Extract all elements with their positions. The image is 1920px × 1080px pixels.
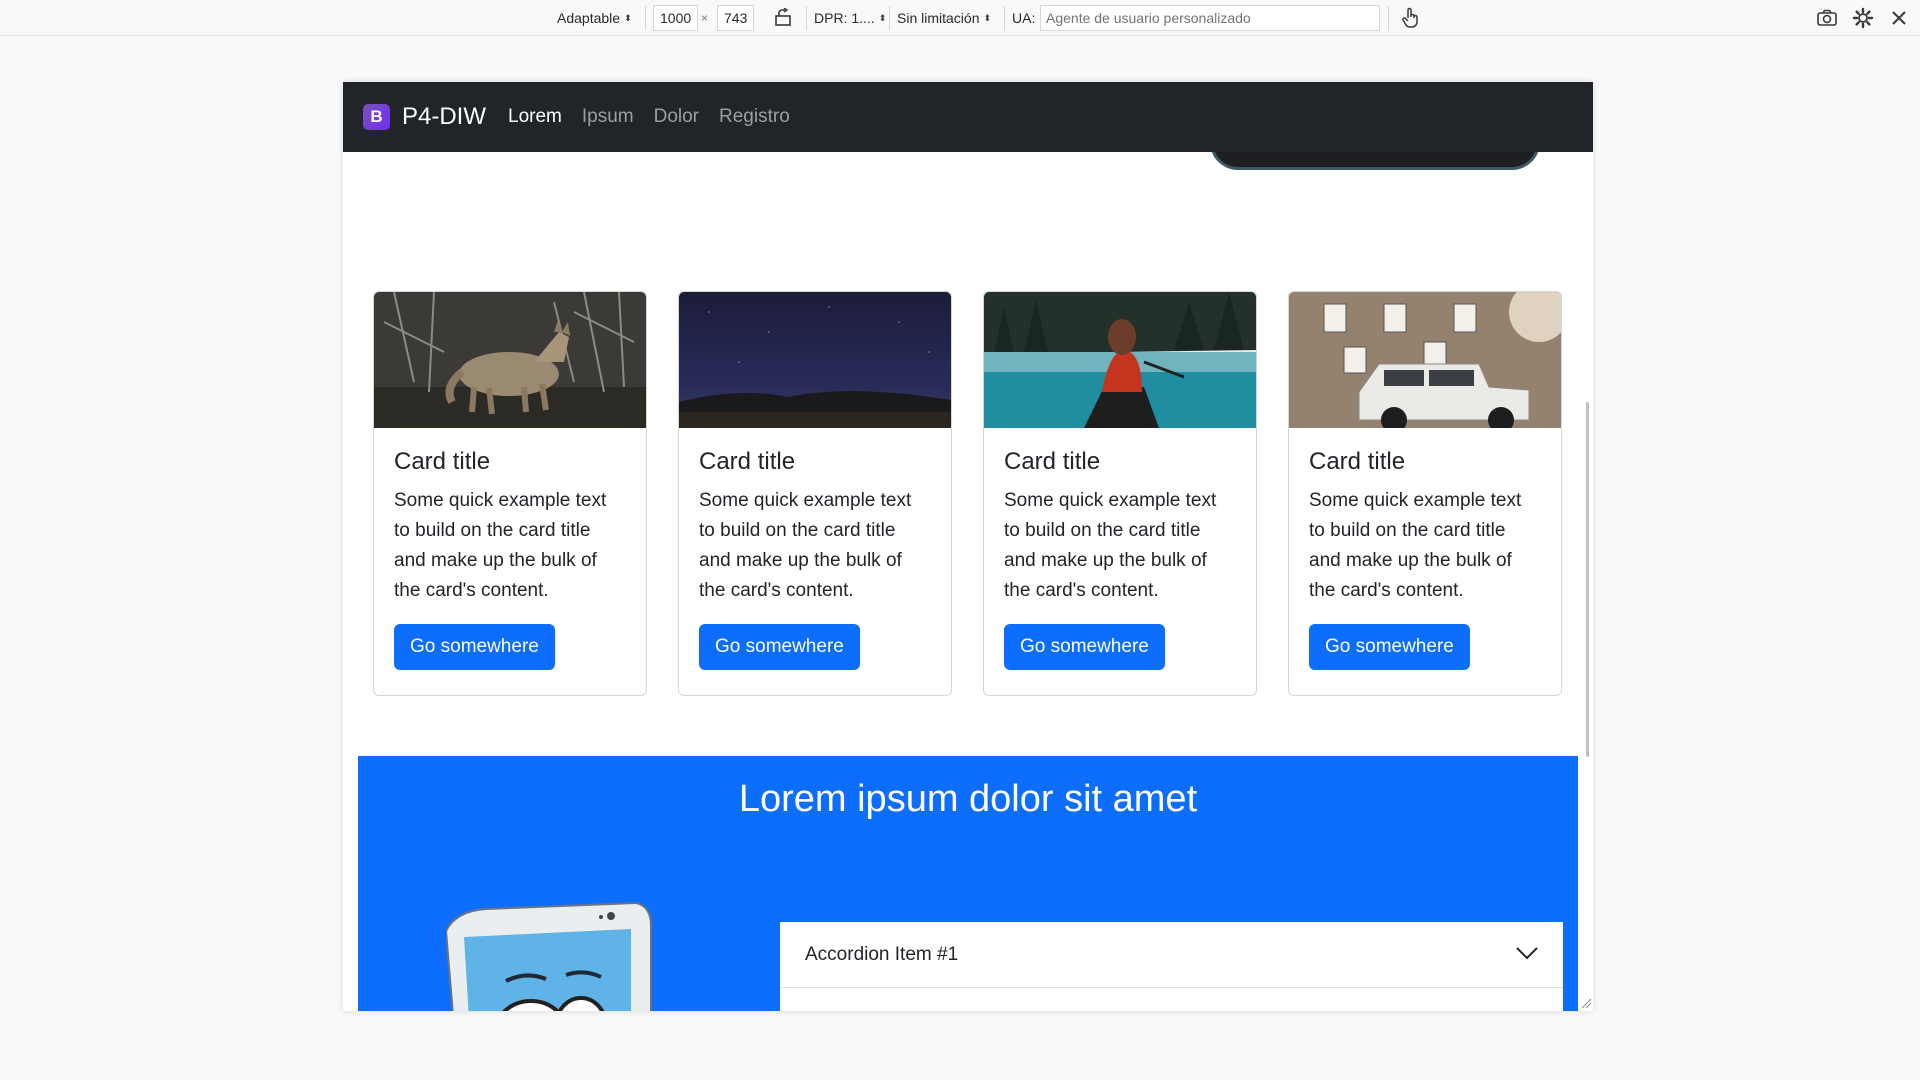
card: Card title Some quick example text to bu… (678, 291, 952, 696)
nav-links: Lorem Ipsum Dolor Registro (508, 106, 810, 128)
computer-mascot-image (444, 901, 656, 1011)
card: Card title Some quick example text to bu… (1288, 291, 1562, 696)
card-image-night-sky (679, 292, 951, 428)
card-text: Some quick example text to build on the … (394, 490, 607, 601)
separator (1388, 6, 1389, 30)
device-viewport: B P4-DIW Lorem Ipsum Dolor Registro Card… (343, 82, 1593, 1011)
card-image-lake-canoe (984, 292, 1256, 428)
card-title: Card title (394, 448, 491, 475)
separator (889, 6, 890, 30)
card-image-wolf (374, 292, 646, 428)
viewport-resize-handle[interactable] (1580, 996, 1592, 1009)
go-somewhere-button[interactable]: Go somewhere (1309, 624, 1470, 670)
throttling-selector[interactable]: Sin limitación ⬍ (897, 0, 991, 36)
separator (806, 6, 807, 30)
ua-label: UA: (1012, 10, 1036, 26)
dimension-times: × (701, 11, 709, 25)
card-image-white-car (1289, 292, 1561, 428)
separator (645, 6, 646, 30)
card-title: Card title (699, 448, 796, 475)
rotate-viewport-icon[interactable] (773, 0, 793, 36)
viewport-width-input[interactable]: 1000 (653, 5, 699, 31)
go-somewhere-button[interactable]: Go somewhere (394, 624, 555, 670)
touch-simulation-icon[interactable] (1401, 0, 1421, 36)
accordion-item-title: Accordion Item #1 (805, 943, 959, 965)
updown-icon: ⬍ (983, 12, 992, 23)
nav-link-dolor[interactable]: Dolor (654, 106, 699, 128)
dpr-selector[interactable]: DPR: 1.... ⬍ (814, 0, 886, 36)
rdm-toolbar: Adaptable ⬍ 1000 × 743 DPR: 1.... ⬍ Sin … (0, 0, 1920, 36)
settings-gear-icon[interactable] (1852, 0, 1874, 36)
viewport-height-input[interactable]: 743 (717, 5, 755, 31)
accordion: Accordion Item #1 (780, 922, 1563, 1011)
card-text: Some quick example text to build on the … (1004, 490, 1217, 601)
brand-name[interactable]: P4-DIW (402, 103, 486, 131)
device-selector-label: Adaptable (557, 10, 621, 26)
card-title: Card title (1309, 448, 1406, 475)
go-somewhere-button[interactable]: Go somewhere (699, 624, 860, 670)
card-text: Some quick example text to build on the … (699, 490, 912, 601)
card: Card title Some quick example text to bu… (983, 291, 1257, 696)
blue-feature-section: Lorem ipsum dolor sit amet Accordion Ite… (358, 756, 1578, 1011)
nav-link-lorem[interactable]: Lorem (508, 106, 562, 128)
updown-icon: ⬍ (878, 12, 887, 23)
navbar: B P4-DIW Lorem Ipsum Dolor Registro (343, 82, 1593, 152)
section-title: Lorem ipsum dolor sit amet (738, 778, 1198, 820)
go-somewhere-button[interactable]: Go somewhere (1004, 624, 1165, 670)
chevron-down-icon (1516, 944, 1538, 966)
updown-icon: ⬍ (624, 12, 632, 23)
dpr-label: DPR: 1.... (814, 10, 875, 26)
page-scrollbar[interactable] (1586, 402, 1589, 757)
card: Card title Some quick example text to bu… (373, 291, 647, 696)
device-selector[interactable]: Adaptable ⬍ (557, 0, 632, 36)
card-row: Card title Some quick example text to bu… (373, 291, 1563, 696)
separator (1004, 6, 1005, 30)
user-agent-input[interactable]: Agente de usuario personalizado (1040, 5, 1380, 31)
card-text: Some quick example text to build on the … (1309, 490, 1522, 601)
nav-link-registro[interactable]: Registro (719, 106, 790, 128)
close-icon[interactable] (1890, 0, 1908, 36)
accordion-item-header[interactable]: Accordion Item #1 (780, 922, 1563, 988)
bootstrap-logo-icon[interactable]: B (363, 104, 390, 130)
throttling-label: Sin limitación (897, 10, 980, 26)
nav-link-ipsum[interactable]: Ipsum (582, 106, 634, 128)
screenshot-camera-icon[interactable] (1816, 0, 1838, 36)
card-title: Card title (1004, 448, 1101, 475)
